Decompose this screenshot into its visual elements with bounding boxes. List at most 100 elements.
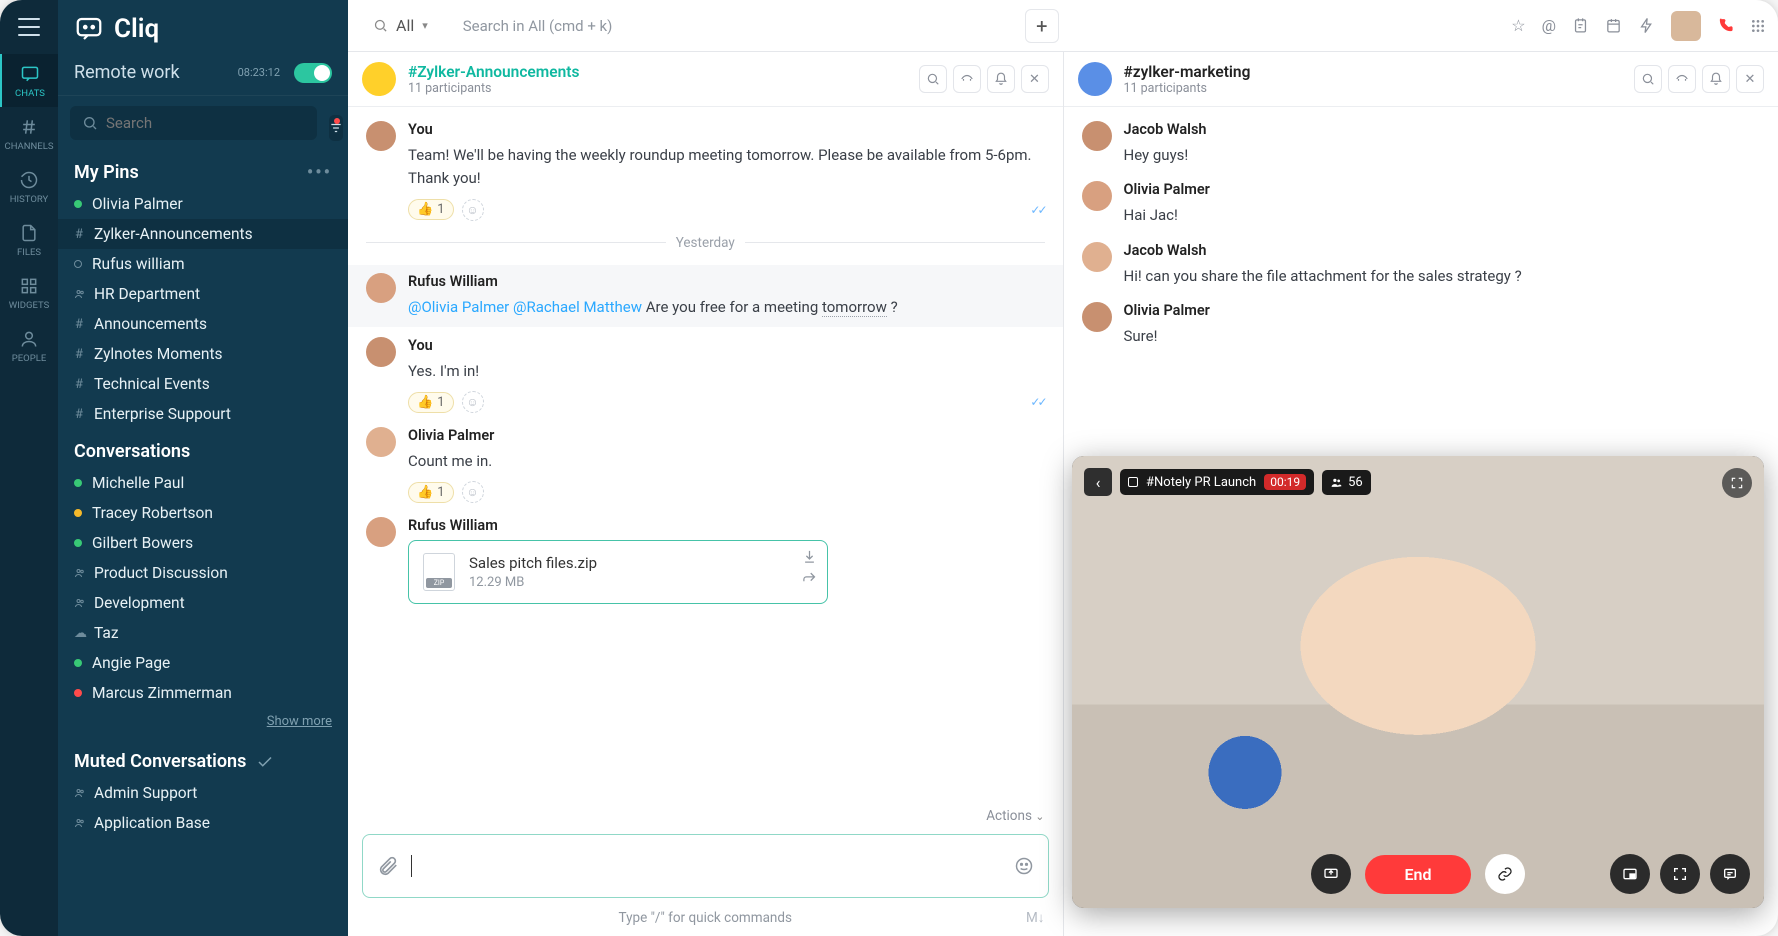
- sidebar-item[interactable]: Development: [58, 588, 348, 618]
- remote-toggle[interactable]: [294, 63, 332, 83]
- video-feed: [1072, 456, 1764, 908]
- sidebar-item[interactable]: Gilbert Bowers: [58, 528, 348, 558]
- mention[interactable]: @Rachael Matthew: [513, 298, 642, 316]
- header-call-icon[interactable]: [1668, 65, 1696, 93]
- message-avatar: [366, 273, 396, 303]
- scope-dropdown[interactable]: All ▾: [360, 9, 441, 42]
- pip-icon[interactable]: [1610, 854, 1650, 894]
- phone-icon[interactable]: [1717, 17, 1734, 34]
- emoji-icon[interactable]: [1014, 856, 1034, 876]
- message: Rufus William @Olivia Palmer @Rachael Ma…: [348, 265, 1063, 327]
- header-search-icon[interactable]: [1634, 65, 1662, 93]
- sidebar-item[interactable]: Tracey Robertson: [58, 498, 348, 528]
- smart-link[interactable]: tomorrow: [822, 298, 887, 317]
- message: Rufus William Sales pitch files.zip 12.2…: [366, 517, 1045, 604]
- link-icon[interactable]: [1485, 854, 1525, 894]
- sidebar-search[interactable]: [70, 106, 317, 140]
- sidebar-item[interactable]: Application Base: [58, 808, 348, 838]
- message-text: Yes. I'm in!: [408, 360, 1045, 383]
- zia-icon[interactable]: [1638, 17, 1655, 34]
- attach-icon[interactable]: [377, 855, 399, 877]
- message: Jacob Walsh Hi! can you share the file a…: [1082, 242, 1761, 288]
- channel-title[interactable]: #zylker-marketing: [1124, 63, 1251, 81]
- call-back-icon[interactable]: ‹: [1084, 468, 1112, 496]
- rail-history[interactable]: History: [0, 160, 58, 213]
- header-call-icon[interactable]: [953, 65, 981, 93]
- hamburger-icon[interactable]: [18, 18, 40, 36]
- sidebar-item-label: Gilbert Bowers: [92, 534, 193, 552]
- header-search-icon[interactable]: [919, 65, 947, 93]
- sidebar-item-label: Admin Support: [94, 784, 197, 802]
- chat-icon[interactable]: [1710, 854, 1750, 894]
- sidebar-item[interactable]: Admin Support: [58, 778, 348, 808]
- sidebar-item[interactable]: Michelle Paul: [58, 468, 348, 498]
- rail-chats[interactable]: Chats: [0, 54, 58, 107]
- call-expand-icon[interactable]: [1722, 468, 1752, 498]
- add-reaction-icon[interactable]: ☺: [462, 199, 484, 221]
- sidebar-item[interactable]: Olivia Palmer: [58, 189, 348, 219]
- sidebar-item[interactable]: Product Discussion: [58, 558, 348, 588]
- cloud-icon: ☁: [74, 626, 84, 641]
- header-close-icon[interactable]: ✕: [1736, 65, 1764, 93]
- reminder-icon[interactable]: [1572, 17, 1589, 34]
- markdown-toggle[interactable]: M↓: [1026, 910, 1045, 926]
- new-button[interactable]: +: [1025, 9, 1059, 43]
- pins-menu-icon[interactable]: •••: [307, 162, 332, 183]
- composer[interactable]: [362, 834, 1049, 898]
- header-bell-icon[interactable]: [1702, 65, 1730, 93]
- hash-icon: #: [74, 227, 84, 242]
- message: Olivia Palmer Sure!: [1082, 302, 1761, 348]
- rail-widgets[interactable]: Widgets: [0, 266, 58, 319]
- rail-people[interactable]: People: [0, 319, 58, 372]
- fullscreen-icon[interactable]: [1660, 854, 1700, 894]
- call-participant-count[interactable]: 56: [1322, 470, 1371, 495]
- apps-icon[interactable]: [1750, 18, 1766, 34]
- add-reaction-icon[interactable]: ☺: [462, 481, 484, 503]
- reaction[interactable]: 👍 1: [408, 199, 454, 220]
- star-icon[interactable]: ☆: [1511, 16, 1525, 35]
- header-close-icon[interactable]: ✕: [1021, 65, 1049, 93]
- calendar-icon[interactable]: [1605, 17, 1622, 34]
- chat-header-left: #Zylker-Announcements 11 participants ✕: [348, 52, 1063, 107]
- group-icon: [74, 787, 84, 799]
- sidebar-search-input[interactable]: [106, 114, 305, 132]
- sidebar-item[interactable]: Rufus william: [58, 249, 348, 279]
- remote-label: Remote work: [74, 62, 180, 83]
- header-bell-icon[interactable]: [987, 65, 1015, 93]
- end-call-button[interactable]: End: [1365, 855, 1472, 894]
- channel-title[interactable]: #Zylker-Announcements: [408, 63, 579, 81]
- share-screen-icon[interactable]: [1311, 854, 1351, 894]
- actions-menu[interactable]: Actions ⌄: [348, 804, 1063, 828]
- channel-avatar: [362, 62, 396, 96]
- filter-icon: [329, 121, 343, 135]
- sidebar-item-label: Technical Events: [94, 375, 210, 393]
- hash-icon: #: [74, 347, 84, 362]
- message-author: Olivia Palmer: [408, 427, 1045, 444]
- sidebar-item[interactable]: #Zylnotes Moments: [58, 339, 348, 369]
- mention[interactable]: @Olivia Palmer: [408, 298, 509, 316]
- show-more[interactable]: Show more: [58, 708, 348, 739]
- reaction[interactable]: 👍 1: [408, 392, 454, 413]
- rail-files[interactable]: Files: [0, 213, 58, 266]
- sidebar-item[interactable]: #Announcements: [58, 309, 348, 339]
- sidebar-item[interactable]: HR Department: [58, 279, 348, 309]
- sidebar-item[interactable]: #Zylker-Announcements: [58, 219, 348, 249]
- sidebar-item[interactable]: #Enterprise Suppourt: [58, 399, 348, 429]
- download-icon[interactable]: [802, 549, 817, 564]
- sidebar-item[interactable]: #Technical Events: [58, 369, 348, 399]
- rail-channels[interactable]: Channels: [0, 107, 58, 160]
- global-search-placeholder[interactable]: Search in All (cmd + k): [453, 17, 1013, 35]
- mention-icon[interactable]: @: [1542, 16, 1556, 35]
- sidebar-item[interactable]: Angie Page: [58, 648, 348, 678]
- chevron-down-icon: ▾: [422, 19, 428, 32]
- sidebar-item[interactable]: Marcus Zimmerman: [58, 678, 348, 708]
- sidebar-item[interactable]: ☁Taz: [58, 618, 348, 648]
- file-attachment[interactable]: Sales pitch files.zip 12.29 MB: [408, 540, 828, 604]
- filter-button[interactable]: [329, 115, 343, 141]
- add-reaction-icon[interactable]: ☺: [462, 391, 484, 413]
- forward-icon[interactable]: [802, 570, 817, 585]
- call-channel-pill[interactable]: #Notely PR Launch 00:19: [1120, 469, 1314, 495]
- reaction[interactable]: 👍 1: [408, 482, 454, 503]
- read-receipt-icon: ✓✓: [1030, 203, 1044, 217]
- user-avatar[interactable]: [1671, 11, 1701, 41]
